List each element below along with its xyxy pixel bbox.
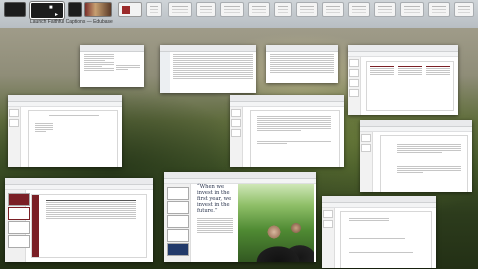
slide-thumb: [167, 229, 189, 242]
document-text-block: [349, 252, 413, 254]
slide-thumbnails: [348, 57, 361, 115]
slide-thumb: [8, 235, 30, 248]
slide-canvas: [31, 194, 147, 258]
document-page: [250, 110, 340, 167]
page-thumbnails: [322, 208, 335, 268]
document-text-block: [116, 65, 140, 71]
space-thumb-14[interactable]: [348, 2, 370, 17]
space-thumb-current[interactable]: ■ ▸: [30, 2, 64, 19]
slide-text: [370, 66, 394, 76]
window-titlebar: [348, 45, 458, 52]
window-ribbon: [348, 52, 458, 57]
graduates-photo: [238, 184, 314, 262]
page-thumbnails: [230, 107, 243, 167]
window-promo-presentation[interactable]: “When we invest in the first year, we in…: [164, 172, 316, 262]
space-thumb-1[interactable]: [4, 2, 26, 17]
document-text-block: [35, 123, 53, 133]
window-word-document-middle[interactable]: [230, 95, 344, 167]
window-ribbon: [322, 203, 436, 208]
space-thumb-6[interactable]: [146, 2, 162, 17]
page-thumbnails: [8, 107, 21, 167]
window-titlebar: [360, 120, 472, 127]
cursor-icon: ▸: [55, 12, 59, 18]
slide-text: [426, 66, 450, 76]
space-thumb-7[interactable]: [168, 2, 192, 17]
document-page: [340, 211, 432, 268]
window-word-document-left[interactable]: [8, 95, 122, 167]
window-titlebar: [164, 172, 316, 179]
slide-text: [398, 66, 422, 76]
document-heading: [49, 115, 99, 117]
space-title: Launch Faithful Captions — Edubase: [30, 19, 113, 25]
space-thumb-8[interactable]: [196, 2, 216, 17]
window-titlebar: [80, 45, 144, 52]
finder-sidebar: [160, 52, 170, 93]
document-text-block: [257, 141, 331, 145]
slide-thumb: [167, 201, 189, 214]
slide-thumb: [8, 207, 30, 220]
window-ribbon: [8, 102, 122, 107]
window-ribbon: [5, 185, 153, 190]
file-list-rows: [270, 54, 334, 74]
document-text-block: [257, 116, 331, 132]
window-titlebar: [160, 45, 256, 52]
window-titlebar: [266, 45, 338, 52]
space-thumb-13[interactable]: [322, 2, 344, 17]
space-thumb-12[interactable]: [296, 2, 318, 17]
space-thumb-16[interactable]: [400, 2, 424, 17]
space-thumb-10[interactable]: [248, 2, 270, 17]
window-table-document[interactable]: [5, 178, 153, 262]
spaces-bar: ■ ▸ Launch Faithful Captions — Edubase: [0, 0, 478, 28]
window-text-document-small[interactable]: [80, 45, 144, 87]
table-rows: [46, 200, 136, 220]
file-list-rows: [173, 54, 253, 80]
slide-thumbnails: [164, 184, 191, 262]
document-text-block: [397, 166, 461, 174]
space-thumb-11[interactable]: [274, 2, 292, 17]
document-page: [28, 110, 118, 167]
document-text-block: [84, 54, 114, 72]
space-thumb-3[interactable]: [68, 2, 82, 17]
window-ribbon: [360, 127, 472, 132]
promo-body-text: [197, 218, 233, 234]
window-presentation-editor[interactable]: [348, 45, 458, 115]
space-thumb-17[interactable]: [428, 2, 450, 17]
document-text-block: [349, 218, 389, 222]
document-text-block: [397, 144, 461, 154]
slide-thumb: [8, 193, 30, 206]
document-page: [380, 135, 468, 192]
window-word-document-bottom-right[interactable]: [322, 196, 436, 268]
space-thumb-9[interactable]: [220, 2, 244, 17]
slide-thumb: [167, 215, 189, 228]
accent-bar: [32, 195, 39, 257]
window-titlebar: [230, 95, 344, 102]
document-text-block: [349, 238, 405, 240]
lock-icon: ■: [49, 5, 53, 11]
window-file-list[interactable]: [160, 45, 256, 93]
page-thumbnails: [360, 132, 373, 192]
slide-thumb: [167, 187, 189, 200]
slide-canvas: [366, 61, 454, 111]
window-titlebar: [8, 95, 122, 102]
window-file-list-2[interactable]: [266, 45, 338, 83]
window-ribbon: [230, 102, 344, 107]
slide-thumb: [8, 221, 30, 234]
window-titlebar: [322, 196, 436, 203]
window-word-document-right[interactable]: [360, 120, 472, 192]
promo-quote: “When we invest in the first year, we in…: [197, 184, 232, 214]
window-titlebar: [5, 178, 153, 185]
space-thumb-4[interactable]: [84, 2, 112, 17]
slide-thumb: [167, 243, 189, 256]
slide-thumbnails: [5, 190, 30, 262]
space-thumb-15[interactable]: [374, 2, 396, 17]
space-thumb-18[interactable]: [454, 2, 474, 17]
space-thumb-5[interactable]: [118, 2, 142, 17]
